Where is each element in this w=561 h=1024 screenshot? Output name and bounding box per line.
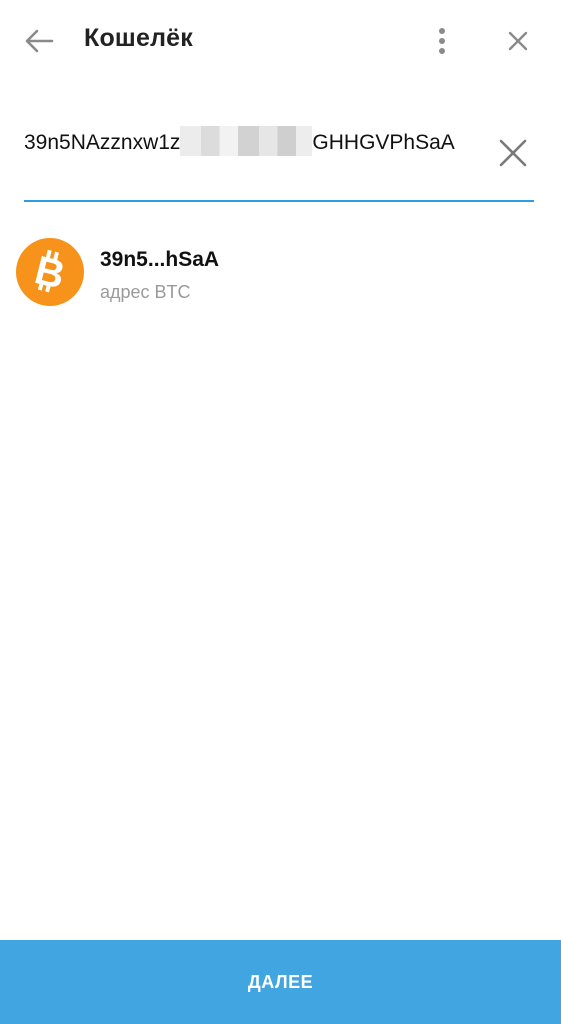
clear-input-button[interactable] [498, 138, 528, 168]
wallet-result-item[interactable]: B 39n5...hSaA адрес BTC [0, 232, 561, 312]
close-icon [508, 31, 528, 51]
address-value-end: GHHGVPhSaA [312, 131, 455, 154]
next-button[interactable]: ДАЛЕЕ [0, 940, 561, 1024]
redacted-address-segment [180, 126, 313, 156]
close-button[interactable] [505, 28, 531, 54]
address-input[interactable]: 39n5NAzznxw1z GHHGVPhSaA [24, 126, 464, 157]
arrow-left-icon [25, 29, 54, 53]
clear-icon [499, 139, 527, 167]
back-button[interactable] [22, 26, 56, 56]
address-field[interactable]: 39n5NAzznxw1z GHHGVPhSaA [24, 122, 534, 202]
page-title: Кошелёк [84, 24, 193, 52]
header: Кошелёк [0, 0, 561, 84]
wallet-screen: Кошелёк 39n5NAzznxw1z GHHGVPhSaA B 39n5.… [0, 0, 561, 1024]
more-vertical-icon [439, 28, 445, 54]
address-value-start: 39n5NAzznxw1z [24, 131, 181, 154]
bitcoin-icon: B [16, 238, 84, 306]
wallet-address-type: адрес BTC [100, 282, 191, 302]
wallet-address-short: 39n5...hSaA [100, 248, 220, 271]
more-menu-button[interactable] [430, 26, 454, 56]
